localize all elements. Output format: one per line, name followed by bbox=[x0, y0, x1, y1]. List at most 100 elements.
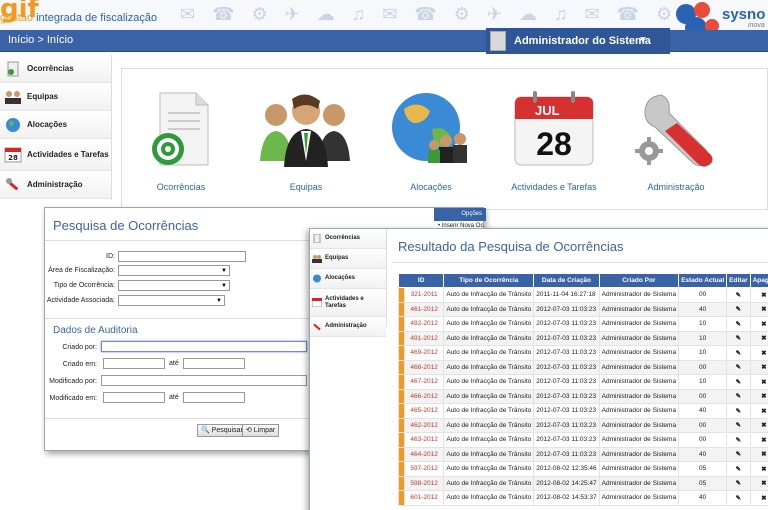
table-row[interactable]: 601-2012 Auto de Infracção de Trânsito 201… bbox=[398, 490, 768, 506]
edit-icon[interactable]: ✎ bbox=[726, 316, 751, 332]
sidebar-item-actividades[interactable]: Actividades e Tarefas bbox=[310, 289, 386, 317]
delete-icon[interactable]: ✖ bbox=[749, 461, 768, 477]
delete-icon[interactable]: ✖ bbox=[749, 359, 768, 375]
breadcrumb[interactable]: Início > Início bbox=[8, 34, 73, 46]
table-row[interactable]: 492-2012 Auto de Infracção de Trânsito 201… bbox=[398, 316, 768, 332]
edit-icon[interactable]: ✎ bbox=[726, 301, 751, 317]
user-menu[interactable]: Administrador do Sistema ▼ bbox=[486, 28, 670, 54]
occurrence-id-link[interactable]: 465-2012 bbox=[403, 403, 445, 419]
edit-icon[interactable]: ✎ bbox=[726, 330, 751, 346]
area-select[interactable]: ▼ bbox=[118, 265, 230, 276]
modificado-por-field[interactable] bbox=[101, 375, 307, 386]
edit-icon[interactable]: ✎ bbox=[726, 490, 751, 506]
table-row[interactable]: 467-2012 Auto de Infracção de Trânsito 201… bbox=[398, 374, 768, 390]
table-row[interactable]: 598-2012 Auto de Infracção de Trânsito 201… bbox=[398, 475, 768, 491]
delete-icon[interactable]: ✖ bbox=[749, 345, 768, 361]
tile-actividades[interactable]: JUL 28 Actividades e Tarefas bbox=[499, 89, 609, 193]
edit-icon[interactable]: ✎ bbox=[726, 446, 751, 462]
table-row[interactable]: 464-2012 Auto de Infracção de Trânsito 201… bbox=[398, 446, 768, 462]
table-row[interactable]: 321-2011 Auto de Infracção de Trânsito 201… bbox=[398, 287, 768, 303]
table-row[interactable]: 469-2012 Auto de Infracção de Trânsito 201… bbox=[398, 345, 768, 361]
occurrence-id-link[interactable]: 491-2012 bbox=[403, 330, 445, 346]
edit-icon[interactable]: ✎ bbox=[726, 345, 751, 361]
avatar bbox=[490, 31, 506, 51]
column-header[interactable]: ID bbox=[397, 273, 445, 288]
delete-icon[interactable]: ✖ bbox=[749, 388, 768, 404]
sidebar-item-alocacoes[interactable]: Alocações bbox=[0, 111, 111, 139]
edit-icon[interactable]: ✎ bbox=[726, 417, 751, 433]
search-button[interactable]: 🔍 Pesquisar bbox=[197, 424, 247, 437]
delete-icon[interactable]: ✖ bbox=[749, 374, 768, 390]
tile-alocacoes[interactable]: Alocações bbox=[376, 89, 486, 193]
edit-icon[interactable]: ✎ bbox=[726, 432, 751, 448]
table-row[interactable]: 597-2012 Auto de Infracção de Trânsito 201… bbox=[398, 461, 768, 477]
table-row[interactable]: 465-2012 Auto de Infracção de Trânsito 201… bbox=[398, 403, 768, 419]
sidebar-item-equipas[interactable]: Equipas bbox=[0, 83, 111, 111]
tile-equipas[interactable]: Equipas bbox=[251, 89, 361, 193]
delete-icon[interactable]: ✖ bbox=[749, 287, 768, 303]
occurrence-id-link[interactable]: 462-2012 bbox=[403, 417, 445, 433]
sidebar-item-equipas[interactable]: Equipas bbox=[310, 249, 386, 269]
delete-icon[interactable]: ✖ bbox=[749, 330, 768, 346]
delete-icon[interactable]: ✖ bbox=[749, 432, 768, 448]
actividade-select[interactable]: ▼ bbox=[118, 295, 225, 306]
column-header[interactable]: Data de Criação bbox=[533, 273, 600, 288]
sidebar-item-administracao[interactable]: Administração bbox=[0, 171, 111, 199]
sidebar-item-actividades[interactable]: 28 Actividades e Tarefas bbox=[0, 139, 111, 171]
occurrence-id-link[interactable]: 466-2012 bbox=[403, 388, 445, 404]
creation-date: 2012-07-03 11:03:23 bbox=[533, 301, 600, 317]
edit-icon[interactable]: ✎ bbox=[726, 388, 751, 404]
occurrence-id-link[interactable]: 469-2012 bbox=[403, 345, 445, 361]
sidebar-item-alocacoes[interactable]: Alocações bbox=[310, 269, 386, 289]
table-row[interactable]: 466-2012 Auto de Infracção de Trânsito 201… bbox=[398, 388, 768, 404]
id-field[interactable] bbox=[118, 251, 246, 262]
table-row[interactable]: 461-2012 Auto de Infracção de Trânsito 201… bbox=[398, 301, 768, 317]
occurrence-id-link[interactable]: 597-2012 bbox=[403, 461, 445, 477]
criado-em-from-field[interactable] bbox=[103, 358, 165, 369]
delete-icon[interactable]: ✖ bbox=[749, 403, 768, 419]
delete-icon[interactable]: ✖ bbox=[749, 490, 768, 506]
sidebar-item-ocorrencias[interactable]: Ocorrências bbox=[0, 55, 111, 83]
occurrence-id-link[interactable]: 492-2012 bbox=[403, 316, 445, 332]
table-row[interactable]: 463-2012 Auto de Infracção de Trânsito 201… bbox=[398, 432, 768, 448]
table-row[interactable]: 468-2012 Auto de Infracção de Trânsito 201… bbox=[398, 359, 768, 375]
criado-por-field[interactable] bbox=[101, 341, 307, 352]
chevron-down-icon[interactable]: ▼ bbox=[638, 35, 648, 46]
tile-administracao[interactable]: Administração bbox=[621, 89, 731, 193]
occurrence-id-link[interactable]: 463-2012 bbox=[403, 432, 445, 448]
delete-icon[interactable]: ✖ bbox=[749, 417, 768, 433]
edit-icon[interactable]: ✎ bbox=[726, 287, 751, 303]
modificado-em-to-field[interactable] bbox=[183, 392, 245, 403]
created-by: Administrador de Sistema bbox=[598, 461, 680, 477]
globe-icon bbox=[313, 274, 321, 283]
edit-icon[interactable]: ✎ bbox=[726, 475, 751, 491]
edit-icon[interactable]: ✎ bbox=[726, 374, 751, 390]
delete-icon[interactable]: ✖ bbox=[749, 446, 768, 462]
status-value: 40 bbox=[678, 446, 728, 462]
table-row[interactable]: 462-2012 Auto de Infracção de Trânsito 201… bbox=[398, 417, 768, 433]
delete-icon[interactable]: ✖ bbox=[749, 475, 768, 491]
occurrence-id-link[interactable]: 601-2012 bbox=[403, 490, 445, 506]
occurrence-id-link[interactable]: 464-2012 bbox=[403, 446, 445, 462]
edit-icon[interactable]: ✎ bbox=[726, 403, 751, 419]
table-row[interactable]: 491-2012 Auto de Infracção de Trânsito 201… bbox=[398, 330, 768, 346]
edit-icon[interactable]: ✎ bbox=[726, 359, 751, 375]
column-header[interactable]: Criado Por bbox=[598, 273, 680, 288]
modificado-em-from-field[interactable] bbox=[103, 392, 165, 403]
occurrence-id-link[interactable]: 468-2012 bbox=[403, 359, 445, 375]
sidebar-item-ocorrencias[interactable]: Ocorrências bbox=[310, 229, 386, 249]
tile-ocorrencias[interactable]: Ocorrências bbox=[126, 89, 236, 193]
occurrence-id-link[interactable]: 321-2011 bbox=[403, 287, 445, 303]
occurrence-id-link[interactable]: 467-2012 bbox=[403, 374, 445, 390]
column-header[interactable]: Tipo de Ocorrência bbox=[443, 273, 535, 288]
tipo-select[interactable]: ▼ bbox=[118, 280, 230, 291]
delete-icon[interactable]: ✖ bbox=[749, 301, 768, 317]
delete-icon[interactable]: ✖ bbox=[749, 316, 768, 332]
occurrence-id-link[interactable]: 598-2012 bbox=[403, 475, 445, 491]
column-header[interactable]: Estado Actual bbox=[678, 273, 728, 288]
edit-icon[interactable]: ✎ bbox=[726, 461, 751, 477]
occurrence-id-link[interactable]: 461-2012 bbox=[403, 301, 445, 317]
sidebar-item-administracao[interactable]: Administração bbox=[310, 317, 386, 337]
criado-em-to-field[interactable] bbox=[183, 358, 245, 369]
clear-button[interactable]: ⟲ Limpar bbox=[242, 424, 280, 437]
